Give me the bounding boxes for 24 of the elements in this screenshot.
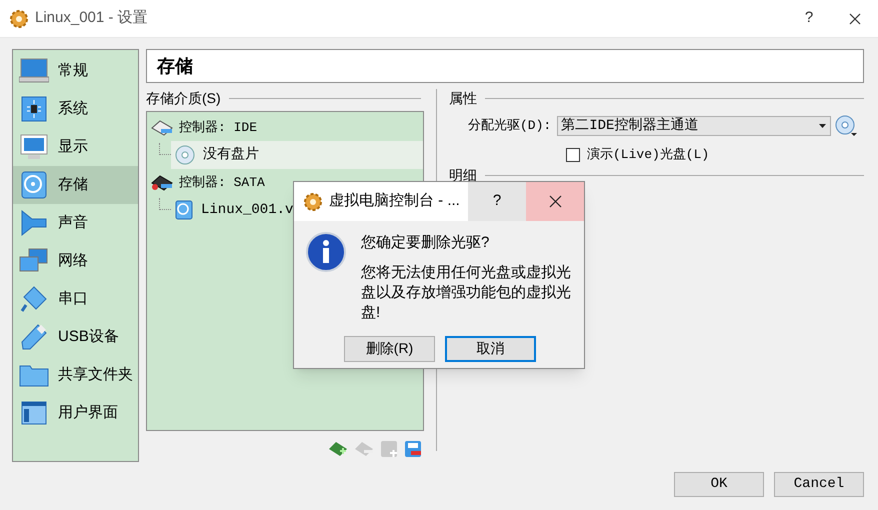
- sidebar-label: 系统: [58, 98, 88, 119]
- tree-label: 没有盘片: [203, 146, 259, 164]
- sidebar-label: 共享文件夹: [58, 364, 133, 385]
- sidebar-label: 声音: [58, 212, 88, 233]
- sidebar-label: 网络: [58, 250, 88, 271]
- tree-label: 控制器: SATA: [179, 174, 265, 192]
- tree-label: Linux_001.v: [201, 200, 294, 220]
- sidebar-label: 常规: [58, 60, 88, 81]
- dialog-title: 虚拟电脑控制台 - ...: [329, 191, 460, 212]
- sidebar-label: USB设备: [58, 326, 119, 347]
- section-label: 存储介质(S): [146, 88, 221, 108]
- sidebar-label: 显示: [58, 136, 88, 157]
- section-label: 属性: [449, 88, 477, 108]
- drive-label: 分配光驱(D):: [468, 117, 552, 136]
- dialog-message: 您将无法使用任何光盘或虚拟光盘以及存放增强功能包的虚拟光盘!: [361, 262, 572, 322]
- tree-label: 控制器: IDE: [179, 118, 258, 137]
- section-label: 明细: [449, 166, 477, 185]
- sidebar-label: 用户界面: [58, 402, 118, 423]
- window-title: Linux_001 - 设置: [35, 8, 148, 28]
- dialog-question: 您确定要删除光驱?: [361, 233, 490, 253]
- checkbox-label: 演示(Live)光盘(L): [587, 146, 710, 164]
- page-header: 存储: [146, 49, 864, 83]
- sidebar-label: 串口: [58, 288, 88, 309]
- sidebar-label: 存储: [58, 174, 88, 195]
